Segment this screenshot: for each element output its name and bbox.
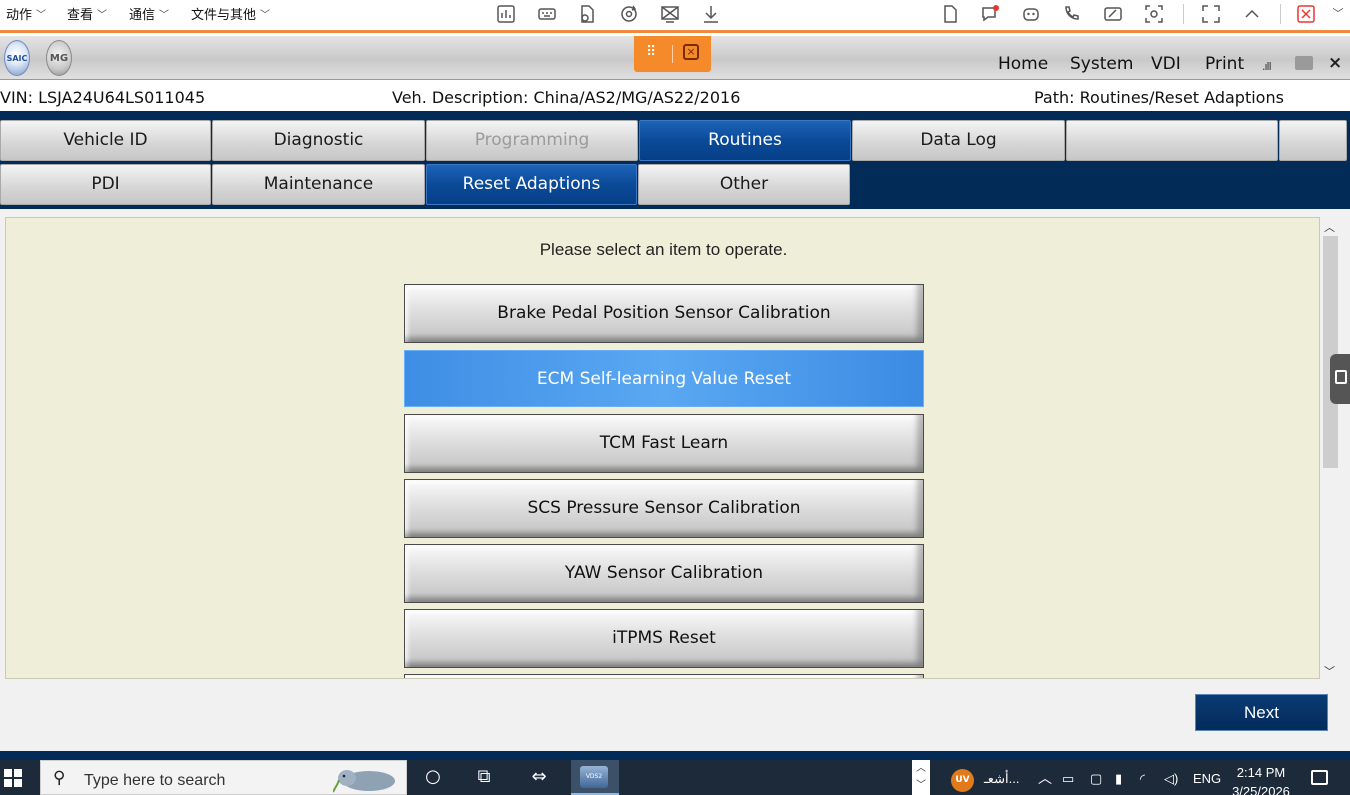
tray-expand-icon[interactable]: ︿ [1038, 768, 1052, 788]
divider [672, 45, 673, 63]
routine-item-partial[interactable] [404, 674, 924, 678]
chevron-down-icon: ﹀ [159, 10, 170, 21]
session-icon[interactable]: × [683, 44, 699, 60]
taskbar-scroll[interactable]: ︿ ﹀ [912, 760, 930, 795]
download-icon[interactable] [697, 0, 725, 28]
tab-routines[interactable]: Routines [639, 120, 851, 161]
wifi-icon[interactable]: ◜ [1140, 771, 1145, 787]
tab-empty-2[interactable] [1279, 120, 1347, 161]
tray-notification-text[interactable]: أشعـ... [984, 771, 1019, 787]
panel-icon [1335, 370, 1347, 384]
drag-handle-icon[interactable]: ⠿ [646, 44, 656, 60]
keyboard-icon[interactable] [533, 0, 561, 28]
screen-off-icon[interactable] [656, 0, 684, 28]
tab-programming[interactable]: Programming [426, 120, 638, 161]
menu-system[interactable]: System [1070, 54, 1133, 74]
disconnect-icon[interactable] [1292, 0, 1320, 28]
search-highlight-image [333, 770, 395, 793]
menu-home[interactable]: Home [998, 54, 1048, 74]
menu-vdi[interactable]: VDI [1151, 54, 1181, 74]
more-icon[interactable]: ﹀ [1324, 0, 1350, 28]
robot-icon[interactable] [1017, 0, 1045, 28]
breadcrumb: Path: Routines/Reset Adaptions [1034, 88, 1284, 107]
file-icon[interactable] [936, 0, 964, 28]
routine-list-panel: Please select an item to operate. Brake … [5, 217, 1320, 679]
subtab-reset-adaptions[interactable]: Reset Adaptions [426, 164, 637, 205]
chevron-down-icon: ﹀ [260, 10, 271, 21]
remote-float-bar[interactable]: ⠿ × [634, 36, 711, 72]
routine-item-brake-pedal[interactable]: Brake Pedal Position Sensor Calibration [404, 284, 924, 343]
annotate-icon[interactable] [1099, 0, 1127, 28]
notification-icon[interactable] [1311, 770, 1328, 785]
bottom-strip [0, 751, 1350, 760]
chat-icon[interactable] [976, 0, 1004, 28]
subtab-other[interactable]: Other [638, 164, 850, 205]
subtab-pdi[interactable]: PDI [0, 164, 211, 205]
routine-item-ecm-reset[interactable]: ECM Self-learning Value Reset [404, 350, 924, 407]
chart-icon[interactable] [492, 0, 520, 28]
instruction-text: Please select an item to operate. [539, 240, 788, 259]
taskbar-app-vds2[interactable]: VDS2 [571, 760, 619, 795]
routine-item-scs-pressure[interactable]: SCS Pressure Sensor Calibration [404, 479, 924, 538]
footer-bar: Next [0, 681, 1350, 751]
volume-icon[interactable]: ◁) [1164, 771, 1178, 787]
vehicle-info-bar: VIN: LSJA24U64LS011045 Veh. Description:… [0, 81, 1350, 111]
routine-item-yaw-sensor[interactable]: YAW Sensor Calibration [404, 544, 924, 603]
device-icon[interactable]: ▢ [1090, 771, 1102, 787]
content-area: Please select an item to operate. Brake … [0, 209, 1350, 681]
connection-icon [1295, 56, 1313, 70]
phone-icon[interactable] [1058, 0, 1086, 28]
tab-area: Vehicle ID Diagnostic Programming Routin… [0, 111, 1350, 209]
tab-diagnostic[interactable]: Diagnostic [212, 120, 425, 161]
search-icon: ⚲ [53, 768, 66, 788]
tab-data-log[interactable]: Data Log [852, 120, 1065, 161]
signal-icon: .ıll [1262, 60, 1272, 73]
windows-taskbar: ⚲ Type here to search ○ ⧉ ⇔ VDS2 ︿ ﹀ UV أ… [0, 760, 1350, 795]
teamviewer-icon[interactable]: ⇔ [525, 766, 553, 788]
side-panel-tab[interactable] [1330, 354, 1350, 404]
tab-vehicle-id[interactable]: Vehicle ID [0, 120, 211, 161]
fullscreen-icon[interactable] [1197, 0, 1225, 28]
saic-logo: SAIC [4, 40, 30, 76]
tab-empty-1[interactable] [1066, 120, 1278, 161]
taskbar-search-box[interactable]: ⚲ Type here to search [40, 760, 407, 795]
remote-menu-files-other[interactable]: 文件与其他 ﹀ [191, 4, 270, 23]
microphone-icon[interactable]: ▮ [1115, 771, 1122, 787]
cortana-icon[interactable]: ○ [419, 766, 447, 788]
toolbar-divider [1183, 4, 1184, 24]
mg-logo: MG [46, 40, 72, 76]
scroll-down-icon[interactable]: ﹀ [1324, 663, 1335, 679]
next-button[interactable]: Next [1195, 694, 1328, 731]
screenshot-icon[interactable] [1140, 0, 1168, 28]
clock-time: 2:14 PM [1236, 765, 1286, 780]
battery-icon[interactable]: ▭ [1062, 771, 1074, 787]
taskbar-clock[interactable]: 2:14 PM 3/25/2026 [1228, 763, 1294, 795]
file-transfer-icon[interactable] [573, 0, 601, 28]
routine-item-tcm-fast-learn[interactable]: TCM Fast Learn [404, 414, 924, 473]
chevron-down-icon: ﹀ [97, 10, 108, 21]
remote-toolbar: 动作 ﹀ 查看 ﹀ 通信 ﹀ 文件与其他 ﹀ ﹀ [0, 0, 1350, 33]
refresh-icon[interactable] [615, 0, 643, 28]
windows-start-icon[interactable] [4, 769, 22, 787]
routine-item-itpms-reset[interactable]: iTPMS Reset [404, 609, 924, 668]
clock-date: 3/25/2026 [1232, 784, 1290, 795]
task-view-icon[interactable]: ⧉ [470, 766, 498, 788]
menu-print[interactable]: Print [1205, 54, 1244, 74]
close-icon[interactable]: × [1328, 53, 1342, 73]
collapse-icon[interactable] [1238, 0, 1266, 28]
tray-badge[interactable]: UV [951, 769, 974, 792]
language-indicator[interactable]: ENG [1193, 771, 1221, 786]
chevron-down-icon: ﹀ [36, 10, 47, 21]
remote-menu-communication[interactable]: 通信 ﹀ [129, 4, 169, 23]
vin-text: VIN: LSJA24U64LS011045 [0, 88, 206, 107]
scroll-up-icon[interactable]: ︿ [1324, 219, 1335, 235]
vehicle-description: Veh. Description: China/AS2/MG/AS22/2016 [392, 88, 741, 107]
remote-menu-action[interactable]: 动作 ﹀ [6, 4, 46, 23]
search-placeholder: Type here to search [84, 772, 226, 789]
toolbar-divider [1280, 4, 1281, 24]
remote-menu-view[interactable]: 查看 ﹀ [67, 4, 107, 23]
scrollbar-thumb[interactable] [1323, 236, 1338, 468]
subtab-maintenance[interactable]: Maintenance [212, 164, 425, 205]
